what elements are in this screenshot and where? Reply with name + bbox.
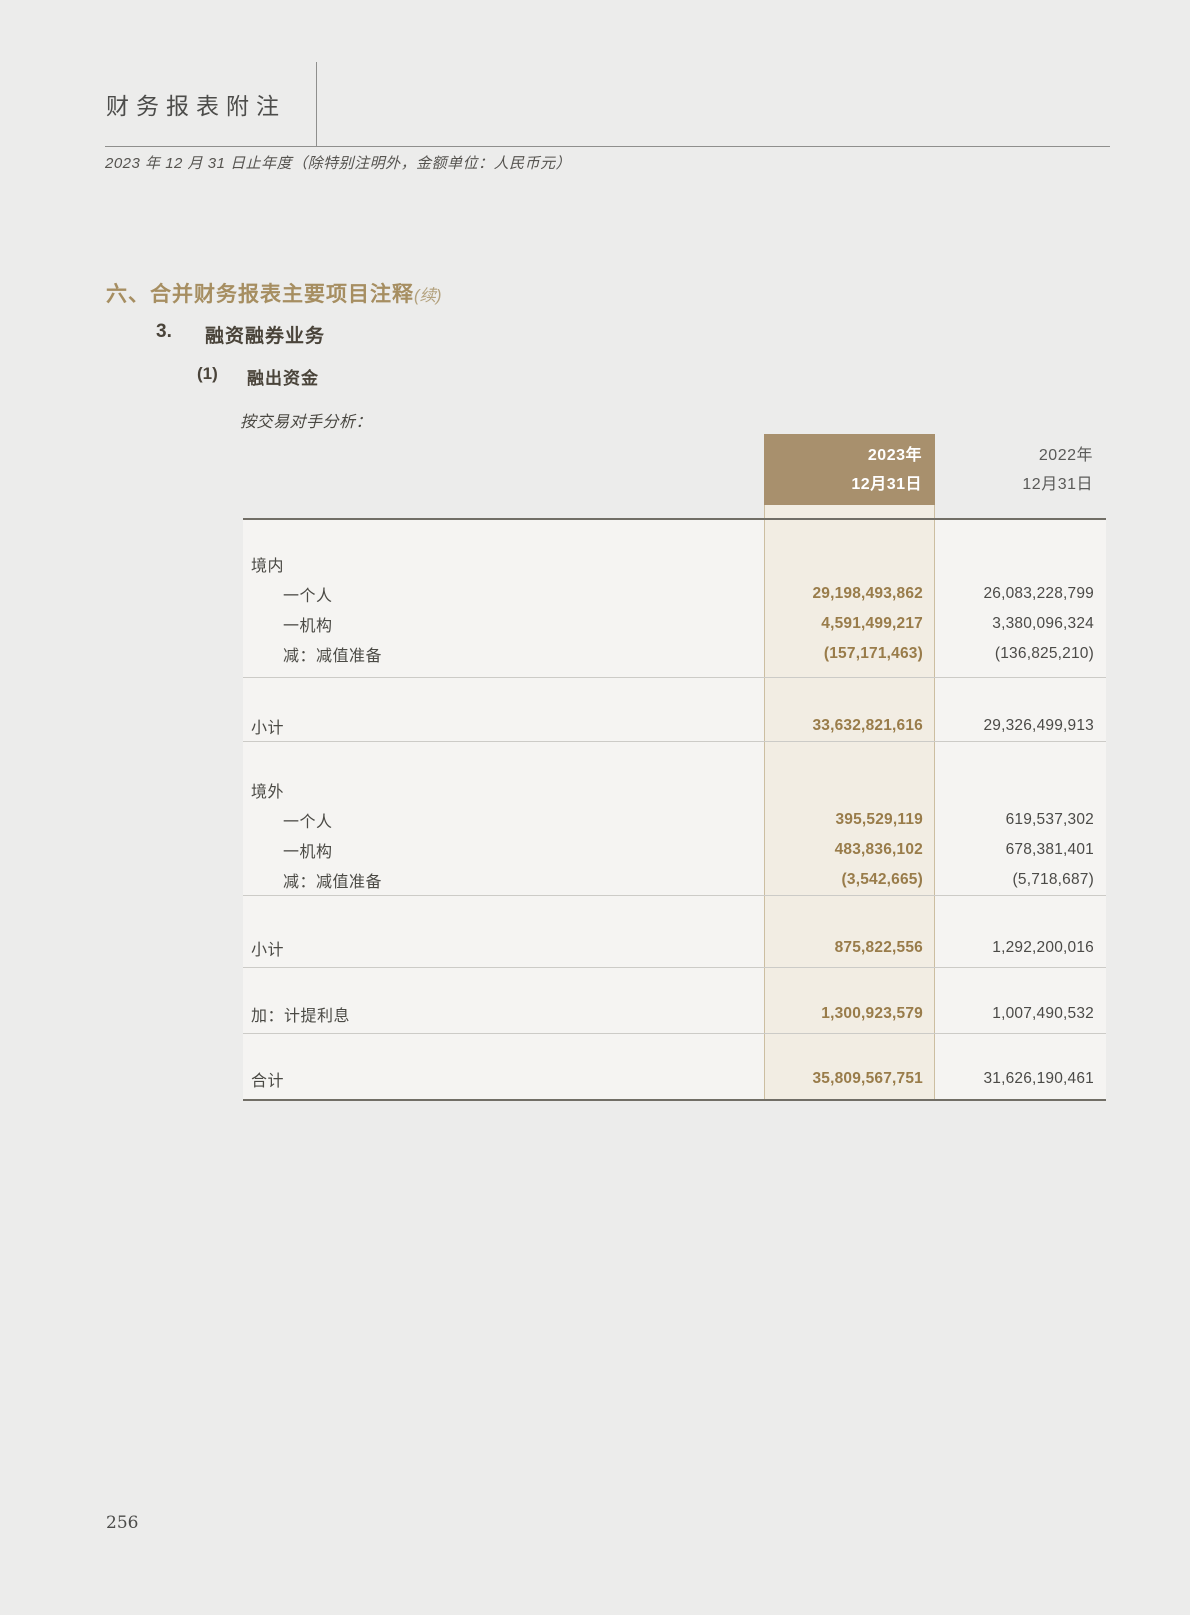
value-2023: 4,591,499,217 — [764, 615, 935, 633]
column-header-2023-date: 12月31日 — [764, 470, 922, 499]
row-label: 减：减值准备 — [243, 868, 764, 892]
value-2022: (5,718,687) — [935, 871, 1106, 889]
table-row: 减：减值准备 (3,542,665) (5,718,687) — [243, 865, 1106, 895]
value-2022: 1,292,200,016 — [935, 939, 1106, 957]
subsection-title: 融资融券业务 — [205, 321, 325, 348]
item-title: 融出资金 — [247, 364, 319, 389]
table-section-overseas: 境外 一个人 395,529,119 619,537,302 一机构 483,8… — [243, 742, 1106, 896]
row-label: 小计 — [243, 936, 764, 960]
value-2023: 875,822,556 — [764, 939, 935, 957]
table-row: 小计 875,822,556 1,292,200,016 — [243, 933, 1106, 963]
row-label: 小计 — [243, 714, 764, 738]
column-header-2022-year: 2022年 — [935, 441, 1093, 470]
value-2022: 26,083,228,799 — [935, 585, 1106, 603]
table-section-accrued-interest: 加：计提利息 1,300,923,579 1,007,490,532 — [243, 968, 1106, 1034]
column-header-2022: 2022年 12月31日 — [935, 434, 1106, 505]
value-2023: 35,809,567,751 — [764, 1070, 935, 1088]
value-2022: (136,825,210) — [935, 645, 1106, 663]
margin-financing-table: 2023年 12月31日 2022年 12月31日 境内 — [243, 434, 1106, 1101]
value-2022: 619,537,302 — [935, 811, 1106, 829]
row-label: 减：减值准备 — [243, 642, 764, 666]
row-label: 境内 — [243, 552, 764, 576]
table-row: 减：减值准备 (157,171,463) (136,825,210) — [243, 639, 1106, 669]
table-row: 一个人 29,198,493,862 26,083,228,799 — [243, 579, 1106, 609]
row-label: 一机构 — [243, 612, 764, 636]
value-2023: 395,529,119 — [764, 811, 935, 829]
page-number: 256 — [106, 1513, 138, 1533]
item-number: (1) — [197, 364, 218, 384]
table-row: 境外 — [243, 775, 1106, 805]
section-heading-text: 六、合并财务报表主要项目注释 — [106, 283, 414, 306]
value-2022: 31,626,190,461 — [935, 1070, 1106, 1088]
value-2022: 3,380,096,324 — [935, 615, 1106, 633]
section-heading: 六、合并财务报表主要项目注释(续) — [106, 278, 442, 308]
header-gap — [243, 505, 1106, 518]
report-page: 财务报表附注 2023 年 12 月 31 日止年度（除特别注明外，金额单位：人… — [0, 0, 1190, 1615]
table-row: 一个人 395,529,119 619,537,302 — [243, 805, 1106, 835]
value-2022: 29,326,499,913 — [935, 717, 1106, 735]
row-label: 境外 — [243, 778, 764, 802]
table-row: 小计 33,632,821,616 29,326,499,913 — [243, 711, 1106, 741]
table-row: 合计 35,809,567,751 31,626,190,461 — [243, 1064, 1106, 1094]
row-label: 一个人 — [243, 808, 764, 832]
column-header-2022-date: 12月31日 — [935, 470, 1093, 499]
table-section-overseas-subtotal: 小计 875,822,556 1,292,200,016 — [243, 896, 1106, 968]
table-header-row: 2023年 12月31日 2022年 12月31日 — [243, 434, 1106, 505]
value-2023: 33,632,821,616 — [764, 717, 935, 735]
row-label: 合计 — [243, 1067, 764, 1091]
column-header-2023: 2023年 12月31日 — [764, 434, 935, 505]
page-subtitle: 2023 年 12 月 31 日止年度（除特别注明外，金额单位：人民币元） — [105, 154, 571, 173]
value-2023: (157,171,463) — [764, 645, 935, 663]
analysis-caption: 按交易对手分析： — [240, 408, 372, 432]
subsection-number: 3. — [156, 321, 172, 343]
row-label: 一个人 — [243, 582, 764, 606]
table-section-domestic-subtotal: 小计 33,632,821,616 29,326,499,913 — [243, 678, 1106, 742]
value-2023: 29,198,493,862 — [764, 585, 935, 603]
section-heading-suffix: (续) — [414, 287, 442, 305]
header-vertical-rule — [316, 62, 317, 146]
table-body: 境内 一个人 29,198,493,862 26,083,228,799 一机构… — [243, 518, 1106, 1101]
value-2023: 483,836,102 — [764, 841, 935, 859]
value-2023: 1,300,923,579 — [764, 1005, 935, 1023]
table-row: 一机构 4,591,499,217 3,380,096,324 — [243, 609, 1106, 639]
table-section-total: 合计 35,809,567,751 31,626,190,461 — [243, 1034, 1106, 1099]
value-2022: 1,007,490,532 — [935, 1005, 1106, 1023]
value-2022: 678,381,401 — [935, 841, 1106, 859]
column-header-2023-year: 2023年 — [764, 441, 922, 470]
page-title: 财务报表附注 — [106, 93, 286, 121]
table-section-domestic: 境内 一个人 29,198,493,862 26,083,228,799 一机构… — [243, 520, 1106, 678]
header-spacer — [243, 434, 764, 505]
row-label: 一机构 — [243, 838, 764, 862]
value-2023: (3,542,665) — [764, 871, 935, 889]
table-row: 一机构 483,836,102 678,381,401 — [243, 835, 1106, 865]
header-horizontal-rule — [105, 146, 1110, 147]
row-label: 加：计提利息 — [243, 1002, 764, 1026]
table-row: 境内 — [243, 549, 1106, 579]
table-row: 加：计提利息 1,300,923,579 1,007,490,532 — [243, 999, 1106, 1029]
